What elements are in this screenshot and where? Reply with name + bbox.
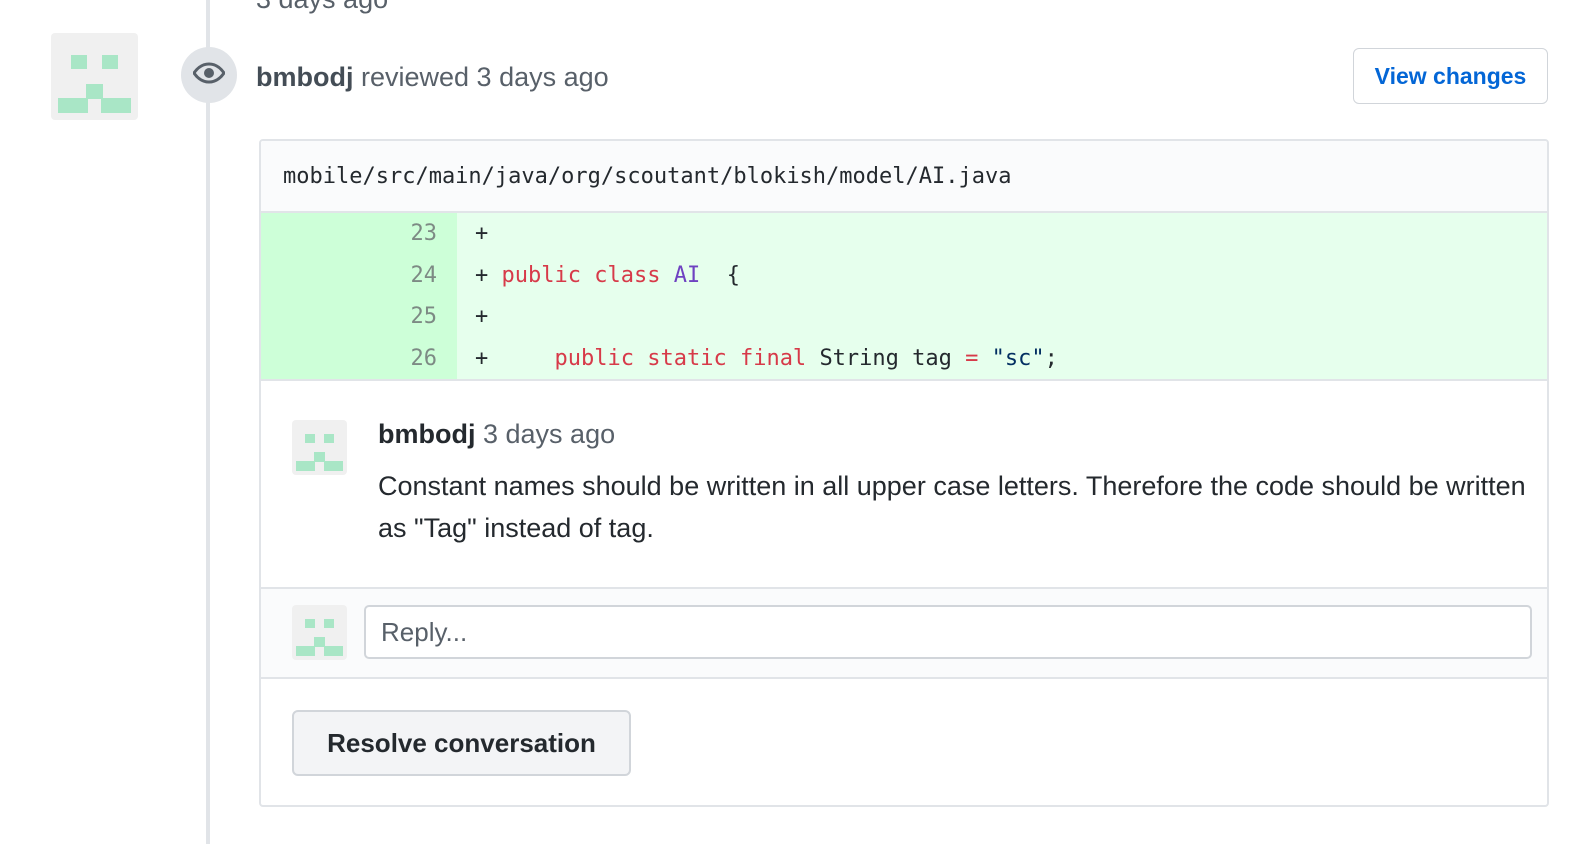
line-number[interactable]: 23 [261,213,457,255]
comment-time[interactable]: 3 days ago [483,419,615,449]
diff-line: 26 + public static final String tag = "s… [261,337,1547,380]
code-text: public class AI { [501,262,740,288]
eye-icon [192,61,226,89]
diff-code: + public class AI { [457,255,1547,297]
review-thread: mobile/src/main/java/org/scoutant/blokis… [259,139,1549,807]
review-time[interactable]: 3 days ago [477,62,609,92]
comment-body: Constant names should be written in all … [378,471,1526,543]
line-number[interactable]: 24 [261,254,457,296]
diff-marker: + [475,262,489,288]
comment-author[interactable]: bmbodj [378,419,475,449]
diff-code: + public static final String tag = "sc"; [457,338,1547,380]
diff-marker: + [475,304,489,329]
line-number[interactable]: 26 [261,337,457,379]
diff-line: 25 + [261,296,1547,338]
diff-marker: + [475,345,489,371]
avatar [292,605,347,660]
resolve-conversation-button[interactable]: Resolve conversation [292,710,631,776]
review-action: reviewed [353,62,477,92]
diff-code: + [457,296,1547,338]
line-number[interactable]: 25 [261,296,457,338]
diff-marker: + [475,221,489,246]
diff-line: 23 + [261,213,1547,255]
reply-input[interactable]: Reply... [364,605,1532,659]
avatar[interactable] [292,420,347,475]
review-comment: bmbodj 3 days ago Constant names should … [261,381,1547,589]
previous-event-time: 3 days ago [256,0,388,15]
diff-line: 24 + public class AI { [261,254,1547,297]
avatar[interactable] [51,33,138,120]
diff-code: + [457,213,1547,255]
reply-bar: Reply... [261,589,1547,679]
diff-hunk: 23 + 24 + public class AI { 25 + 26 + pu… [261,213,1547,381]
comment-header: bmbodj 3 days ago [378,419,615,450]
file-path[interactable]: mobile/src/main/java/org/scoutant/blokis… [261,141,1547,213]
review-author[interactable]: bmbodj [256,62,353,92]
view-changes-button[interactable]: View changes [1353,48,1548,104]
timeline-line [206,0,210,844]
code-text: public static final String tag = "sc"; [554,345,1058,371]
resolve-section: Resolve conversation [261,679,1547,805]
review-badge [181,47,237,103]
review-header: bmbodj reviewed 3 days ago [256,62,609,93]
